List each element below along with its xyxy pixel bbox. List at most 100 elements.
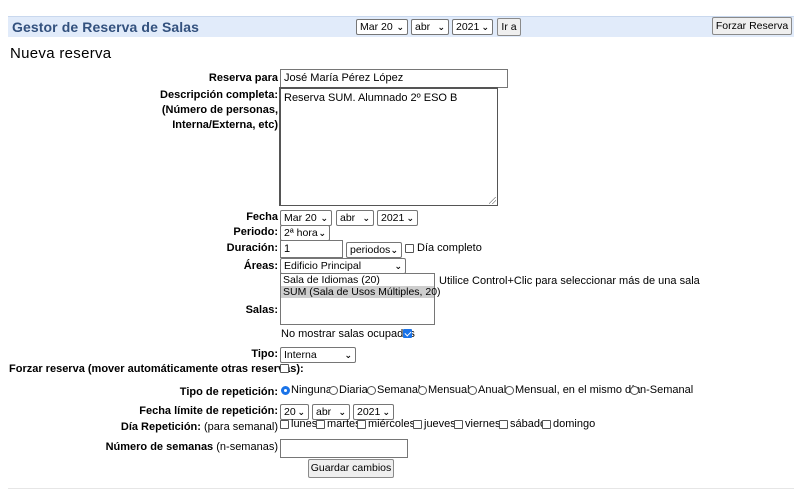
header-month-value: abr	[415, 21, 431, 33]
full-day-label: Día completo	[417, 242, 482, 254]
rooms-listbox[interactable]: Sala de Idiomas (20) SUM (Sala de Usos M…	[280, 273, 441, 325]
chevron-down-icon: ⌄	[394, 261, 402, 271]
date-day-value: Mar 20	[284, 212, 317, 224]
repeat-day-label-group: Día Repetición: (para semanal)	[121, 421, 278, 433]
repeat-option-label: Diaria	[339, 384, 368, 396]
repeat-option-label: Mensual	[428, 384, 470, 396]
description-label-2: (Número de personas,	[161, 104, 278, 116]
weekday-label: sábado	[510, 418, 547, 430]
areas-select[interactable]: Edificio Principal ⌄	[280, 258, 406, 274]
repeat-end-label: Fecha límite de repetición:	[139, 405, 278, 417]
weekday-label: viernes	[465, 418, 501, 430]
repeat-day-label: Día Repetición:	[120, 421, 201, 433]
save-button[interactable]: Guardar cambios	[308, 459, 394, 478]
hide-occupied-checkbox[interactable]	[403, 329, 412, 338]
force-label: Forzar reserva (mover automáticamente ot…	[9, 363, 304, 375]
duration-input[interactable]: 1	[280, 240, 343, 258]
date-year-value: 2021	[381, 212, 405, 224]
repeat-end-day-value: 20	[284, 406, 296, 418]
room-option-selected[interactable]: SUM (Sala de Usos Múltiples, 20)	[281, 286, 441, 298]
repeat-radio-yearly[interactable]	[468, 386, 477, 395]
period-label: Periodo:	[233, 226, 278, 238]
chevron-down-icon: ⌄	[481, 22, 489, 32]
repeat-radio-none[interactable]	[281, 386, 290, 395]
description-label-1: Descripción completa:	[160, 89, 278, 101]
hide-occupied-label: No mostrar salas ocupadas	[281, 328, 415, 340]
description-textarea[interactable]: Reserva SUM. Alumnado 2º ESO B	[279, 87, 498, 206]
areas-label: Áreas:	[243, 260, 278, 272]
chevron-down-icon: ⌄	[338, 407, 346, 417]
chevron-down-icon: ⌄	[396, 22, 404, 32]
header-day-value: Mar 20	[360, 21, 393, 33]
weekday-checkbox-friday[interactable]	[454, 420, 463, 429]
date-month-select[interactable]: abr ⌄	[336, 210, 374, 226]
description-label-3: Interna/Externa, etc)	[172, 119, 278, 131]
chevron-down-icon: ⌄	[297, 407, 305, 417]
weekday-label: lunes	[291, 418, 318, 430]
page-title: Nueva reserva	[10, 45, 112, 62]
repeat-radio-monthly-same-day[interactable]	[505, 386, 514, 395]
force-reservation-button[interactable]: Forzar Reserva	[712, 17, 792, 35]
weekday-label: jueves	[424, 418, 456, 430]
repeat-option-label: Ninguna	[291, 384, 332, 396]
repeat-option-label: n-Semanal	[640, 384, 694, 396]
weekday-checkbox-sunday[interactable]	[542, 420, 551, 429]
weekday-checkbox-saturday[interactable]	[499, 420, 508, 429]
reserve-for-label: Reserva para	[208, 72, 278, 84]
weeks-input[interactable]	[280, 439, 408, 458]
date-day-select[interactable]: Mar 20 ⌄	[280, 210, 332, 226]
weekday-checkbox-tuesday[interactable]	[316, 420, 325, 429]
header-year-select[interactable]: 2021 ⌄	[452, 19, 493, 35]
repeat-option-label: Semanal	[377, 384, 421, 396]
weekday-checkbox-wednesday[interactable]	[357, 420, 366, 429]
chevron-down-icon: ⌄	[318, 228, 326, 238]
rooms-label: Salas:	[245, 304, 278, 316]
reserve-for-input[interactable]: José María Pérez López	[280, 69, 508, 88]
date-month-value: abr	[340, 212, 356, 224]
date-label: Fecha	[246, 211, 278, 223]
chevron-down-icon: ⌄	[362, 213, 370, 223]
chevron-down-icon: ⌄	[320, 213, 328, 223]
chevron-down-icon: ⌄	[382, 407, 390, 417]
weekday-checkbox-thursday[interactable]	[413, 420, 422, 429]
type-select[interactable]: Interna ⌄	[280, 347, 356, 363]
bottom-divider	[8, 488, 794, 489]
duration-label: Duración:	[226, 242, 278, 254]
repeat-radio-n-weekly[interactable]	[630, 386, 639, 395]
weekday-label: domingo	[553, 418, 596, 430]
period-select[interactable]: 2ª hora ⌄	[280, 225, 330, 241]
header-day-select[interactable]: Mar 20 ⌄	[356, 19, 408, 35]
repeat-radio-daily[interactable]	[329, 386, 338, 395]
full-day-checkbox[interactable]	[405, 244, 414, 253]
weekday-checkbox-monday[interactable]	[280, 420, 289, 429]
weekday-label: miércoles	[368, 418, 416, 430]
room-option[interactable]: Sala de Idiomas (20)	[281, 274, 434, 286]
areas-value: Edificio Principal	[284, 260, 362, 272]
chevron-down-icon: ⌄	[344, 350, 352, 360]
go-button[interactable]: Ir a	[497, 18, 521, 36]
weekday-label: martes	[327, 418, 361, 430]
date-year-select[interactable]: 2021 ⌄	[377, 210, 418, 226]
repeat-end-month-value: abr	[316, 406, 332, 418]
resize-grip-icon[interactable]	[489, 197, 496, 204]
repeat-radio-monthly[interactable]	[418, 386, 427, 395]
chevron-down-icon: ⌄	[390, 245, 398, 255]
chevron-down-icon: ⌄	[437, 22, 445, 32]
repeat-type-label: Tipo de repetición:	[179, 386, 278, 398]
period-value: 2ª hora	[284, 227, 318, 239]
repeat-option-label: Anual	[478, 384, 507, 396]
repeat-day-note: (para semanal)	[204, 421, 278, 433]
type-value: Interna	[284, 349, 317, 361]
duration-unit-value: periodos	[350, 244, 391, 256]
header-month-select[interactable]: abr ⌄	[411, 19, 449, 35]
repeat-radio-weekly[interactable]	[367, 386, 376, 395]
type-label: Tipo:	[251, 348, 278, 360]
rooms-hint: Utilice Control+Clic para seleccionar má…	[439, 275, 700, 287]
app-title: Gestor de Reserva de Salas	[12, 19, 200, 35]
weeks-label: Número de semanas	[105, 441, 214, 453]
duration-unit-select[interactable]: periodos ⌄	[346, 242, 402, 258]
repeat-end-year-value: 2021	[357, 406, 381, 418]
force-checkbox[interactable]	[280, 364, 289, 373]
weeks-note: (n-semanas)	[216, 441, 278, 453]
weeks-label-group: Número de semanas (n-semanas)	[106, 441, 278, 453]
